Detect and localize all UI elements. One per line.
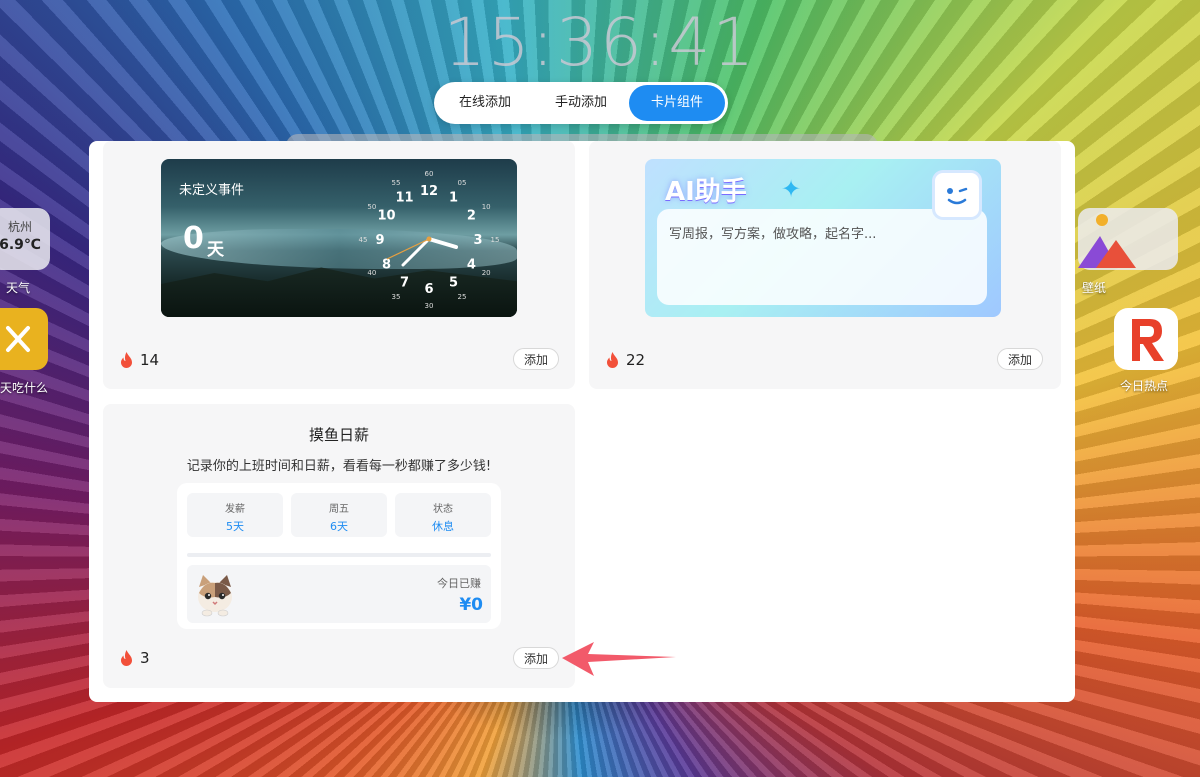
clock-minute-label: 05 — [458, 179, 467, 187]
clock-hour-label: 6 — [424, 282, 433, 297]
clock-hour-label: 12 — [420, 184, 438, 199]
hot-news-app[interactable] — [1114, 308, 1178, 370]
clock-minute-label: 60 — [425, 170, 434, 178]
hot-news-label: 今日热点 — [1120, 379, 1169, 393]
add-salary-button[interactable]: 添加 — [513, 647, 559, 669]
stat-value: 5天 — [226, 520, 244, 533]
clock-second-hand — [386, 238, 430, 260]
weather-temp: 6.9℃ — [0, 237, 41, 253]
widget-card-salary: 摸鱼日薪 记录你的上班时间和日薪，看看每一秒都赚了多少钱! 发薪 5天 周五 6… — [103, 404, 575, 688]
ai-assistant-widget-preview: AI助手 ✦ 写周报，写方案，做攻略，起名字... — [645, 159, 1001, 317]
tab-online-add[interactable]: 在线添加 — [437, 85, 533, 121]
stat-value: 休息 — [432, 520, 454, 533]
wallpaper-app[interactable] — [1078, 208, 1178, 270]
analog-clock: 12 1234567891011 600510152025303540455055 — [359, 170, 500, 310]
clock-minute-label: 40 — [367, 269, 376, 277]
clock-hour-label: 1 — [449, 191, 458, 206]
ai-prompt-box: 写周报，写方案，做攻略，起名字... — [657, 209, 987, 305]
weather-city: 杭州 — [7, 220, 32, 234]
fire-icon — [121, 650, 132, 666]
clock-center — [426, 236, 432, 242]
clock-hour-label: 2 — [467, 209, 476, 224]
stat-key: 周五 — [329, 504, 349, 515]
food-app[interactable] — [0, 308, 48, 370]
widget-card-countdown: 未定义事件 0 天 12 1 2 3 4 5 6 7 8 9 10 11 60 05 10 15 20 25 30… — [103, 141, 575, 389]
widget-card-ai-assistant: AI助手 ✦ 写周报，写方案，做攻略，起名字... 22 添加 — [589, 141, 1061, 389]
ai-assistant-title: AI助手 — [665, 177, 747, 207]
clock-minute-label: 50 — [367, 203, 376, 211]
clock-minute-label: 55 — [392, 179, 401, 187]
wink-face-icon — [935, 173, 979, 217]
countdown-days: 0 — [183, 221, 204, 256]
desktop-clock: 15:36:41 — [443, 4, 757, 81]
weather-widget[interactable]: 杭州 6.9℃ — [0, 208, 50, 270]
add-mode-tabs: 在线添加 手动添加 卡片组件 — [434, 82, 728, 124]
stat-status: 状态 休息 — [395, 493, 491, 537]
stat-friday: 周五 6天 — [291, 493, 387, 537]
card-title: 摸鱼日薪 — [308, 426, 369, 444]
clock-minute-label: 45 — [359, 236, 368, 244]
clock-hour-label: 7 — [400, 275, 409, 290]
popularity-value: 3 — [140, 649, 150, 667]
clock-hour-label: 10 — [378, 209, 396, 224]
earned-today-value: ¥0 — [459, 595, 483, 615]
clock-hour-hand — [427, 237, 458, 249]
popularity-count: 22 — [605, 351, 645, 369]
clock-minute-hand — [401, 237, 431, 267]
clock-hour-label: 5 — [449, 275, 458, 290]
clock-hour-label: 3 — [473, 233, 482, 248]
hot-news-r-icon — [1132, 319, 1164, 361]
clock-minute-label: 10 — [482, 203, 491, 211]
popularity-value: 22 — [626, 351, 646, 369]
add-countdown-button[interactable]: 添加 — [513, 348, 559, 370]
countdown-widget-preview: 未定义事件 0 天 12 1 2 3 4 5 6 7 8 9 10 11 60 05 10 15 20 25 30… — [161, 159, 517, 317]
popularity-count: 3 — [119, 649, 150, 667]
clock-minute-label: 30 — [425, 302, 434, 310]
progress-track — [187, 553, 491, 557]
food-app-label: 天吃什么 — [0, 381, 49, 395]
stat-payday: 发薪 5天 — [187, 493, 283, 537]
cat-icon — [198, 575, 232, 617]
pointer-arrow-annotation — [562, 642, 676, 676]
weather-label: 天气 — [6, 281, 31, 295]
countdown-unit: 天 — [207, 240, 224, 260]
clock-minute-label: 15 — [491, 236, 500, 244]
widget-gallery-modal: 未定义事件 0 天 12 1 2 3 4 5 6 7 8 9 10 11 60 05 10 15 20 25 30… — [89, 141, 1075, 702]
clock-minute-label: 35 — [392, 293, 401, 301]
stat-value: 6天 — [330, 520, 348, 533]
fire-icon — [121, 352, 132, 368]
popularity-count: 14 — [119, 351, 159, 369]
clock-minute-label: 20 — [482, 269, 491, 277]
fork-knife-icon — [6, 326, 30, 352]
clock-hour-label: 8 — [382, 258, 391, 273]
sparkle-icon: ✦ — [781, 175, 802, 203]
wallpaper-app-label: 壁纸 — [1082, 281, 1107, 295]
stat-key: 状态 — [433, 504, 453, 515]
salary-widget-preview: 发薪 5天 周五 6天 状态 休息 今日已赚 ¥0 — [177, 483, 501, 629]
clock-minute-label: 25 — [458, 293, 467, 301]
clock-hour-label: 11 — [395, 191, 413, 206]
earnings-box: 今日已赚 ¥0 — [187, 565, 491, 623]
ai-prompt-placeholder: 写周报，写方案，做攻略，起名字... — [669, 227, 877, 242]
earned-today-label: 今日已赚 — [437, 577, 481, 590]
tab-manual-add[interactable]: 手动添加 — [533, 85, 629, 121]
add-ai-assistant-button[interactable]: 添加 — [997, 348, 1043, 370]
popularity-value: 14 — [140, 351, 160, 369]
tab-card-widgets[interactable]: 卡片组件 — [629, 85, 725, 121]
stat-key: 发薪 — [225, 504, 245, 515]
fire-icon — [607, 352, 618, 368]
clock-hour-label: 9 — [375, 233, 384, 248]
card-subtitle: 记录你的上班时间和日薪，看看每一秒都赚了多少钱! — [186, 459, 492, 474]
countdown-event-label: 未定义事件 — [179, 183, 245, 198]
clock-hour-label: 4 — [467, 258, 476, 273]
landscape-icon — [1078, 214, 1136, 268]
